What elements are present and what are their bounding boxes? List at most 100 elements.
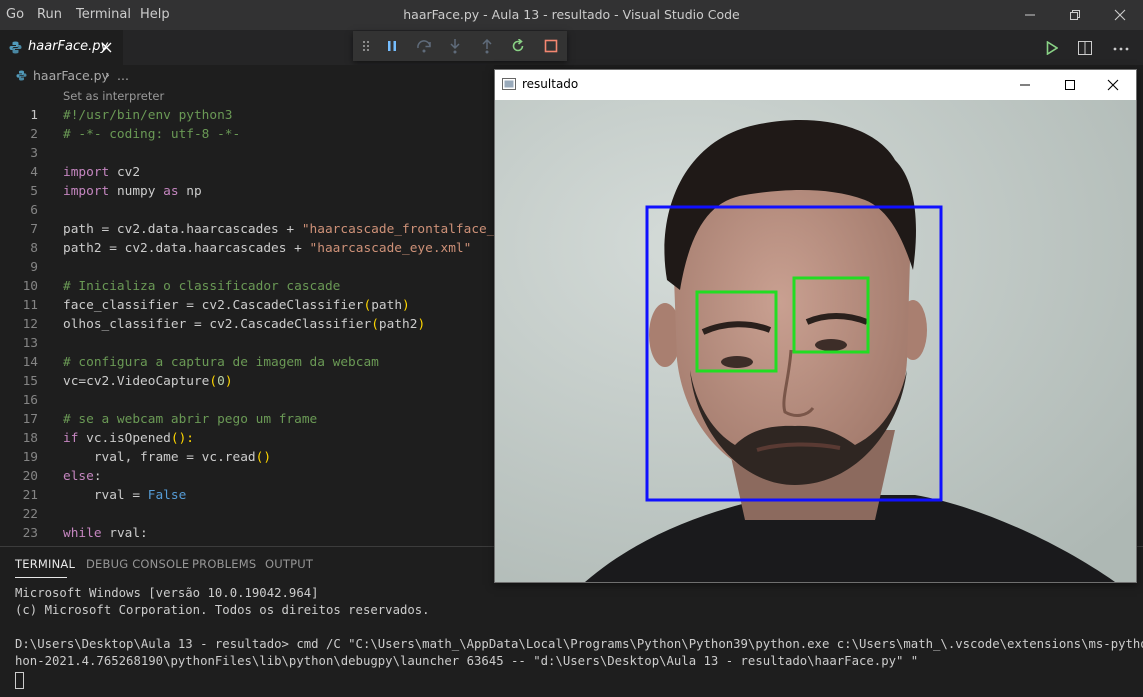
- code-text: vc=cv2.VideoCapture(0): [63, 374, 233, 389]
- code-line[interactable]: 17 # se a webcam abrir pego um frame: [0, 410, 494, 429]
- code-line[interactable]: 18 if vc.isOpened():: [0, 429, 494, 448]
- code-text: while rval:: [63, 526, 148, 541]
- line-number: 10: [22, 279, 38, 294]
- line-number: 9: [30, 260, 38, 275]
- tab-terminal[interactable]: TERMINAL: [15, 557, 75, 571]
- webcam-frame: [495, 100, 1136, 582]
- line-number: 18: [22, 431, 38, 446]
- code-text: face_classifier = cv2.CascadeClassifier(…: [63, 298, 410, 313]
- line-number: 4: [30, 165, 38, 180]
- terminal-line: (c) Microsoft Corporation. Todos os dire…: [15, 603, 430, 617]
- step-out-icon[interactable]: [481, 39, 493, 54]
- code-text: import numpy as np: [63, 184, 202, 199]
- line-number: 5: [30, 184, 38, 199]
- code-line[interactable]: 11 face_classifier = cv2.CascadeClassifie…: [0, 296, 494, 315]
- stop-icon[interactable]: [544, 39, 558, 53]
- line-number: 8: [30, 241, 38, 256]
- code-line[interactable]: 2 # -*- coding: utf-8 -*-: [0, 125, 494, 144]
- code-line[interactable]: 21 rval = False: [0, 486, 494, 505]
- line-number: 22: [22, 507, 38, 522]
- line-number: 1: [30, 108, 38, 123]
- minimize-button[interactable]: [1015, 4, 1045, 26]
- line-number: 21: [22, 488, 38, 503]
- tab-bar: haarFace.py: [0, 30, 1143, 65]
- code-line[interactable]: 16: [0, 391, 494, 410]
- code-text: rval, frame = vc.read(): [63, 450, 272, 465]
- code-line[interactable]: 1 #!/usr/bin/env python3: [0, 106, 494, 125]
- code-line[interactable]: 6: [0, 201, 494, 220]
- code-line[interactable]: 9: [0, 258, 494, 277]
- breadcrumb-separator-icon: ›: [105, 67, 110, 82]
- debug-toolbar: [353, 31, 567, 61]
- cv-close-button[interactable]: [1098, 74, 1128, 96]
- code-text: if vc.isOpened():: [63, 431, 194, 446]
- active-tab-indicator: [15, 577, 67, 578]
- line-number: 20: [22, 469, 38, 484]
- code-line[interactable]: 20 else:: [0, 467, 494, 486]
- code-text: #!/usr/bin/env python3: [63, 108, 233, 123]
- code-text: # se a webcam abrir pego um frame: [63, 412, 318, 427]
- close-tab-icon[interactable]: [101, 42, 112, 53]
- breadcrumb: haarFace.py › ...: [0, 65, 494, 87]
- opencv-window: resultado: [494, 69, 1137, 583]
- code-text: else:: [63, 469, 102, 484]
- code-line[interactable]: 23 while rval:: [0, 524, 494, 543]
- code-line[interactable]: 10 # Inicializa o classificador cascade: [0, 277, 494, 296]
- breadcrumb-file[interactable]: haarFace.py: [33, 68, 109, 83]
- step-into-icon[interactable]: [449, 39, 461, 54]
- code-text: path = cv2.data.haarcascades + "haarcasc…: [63, 222, 494, 237]
- maximize-icon: [1065, 80, 1075, 90]
- tab-debug-console[interactable]: DEBUG CONSOLE: [86, 557, 189, 571]
- code-line[interactable]: 22: [0, 505, 494, 524]
- terminal-line: D:\Users\Desktop\Aula 13 - resultado> cm…: [15, 637, 1143, 651]
- code-text: olhos_classifier = cv2.CascadeClassifier…: [63, 317, 426, 332]
- terminal-cursor[interactable]: [15, 672, 24, 689]
- breadcrumb-more[interactable]: ...: [117, 68, 129, 83]
- line-number: 7: [30, 222, 38, 237]
- pause-icon[interactable]: [386, 40, 398, 52]
- line-number: 14: [22, 355, 38, 370]
- restore-button[interactable]: [1060, 4, 1090, 26]
- tab-haarface[interactable]: haarFace.py: [0, 30, 123, 65]
- line-number: 15: [22, 374, 38, 389]
- codelens-set-interpreter[interactable]: Set as interpreter: [63, 89, 164, 103]
- cv-window-title: resultado: [522, 77, 579, 91]
- line-number: 13: [22, 336, 38, 351]
- close-icon: [1114, 9, 1126, 21]
- minimize-icon: [1025, 14, 1035, 16]
- code-editor[interactable]: 1 #!/usr/bin/env python3 2 # -*- coding: ut…: [0, 106, 494, 546]
- code-line[interactable]: 15 vc=cv2.VideoCapture(0): [0, 372, 494, 391]
- line-number: 3: [30, 146, 38, 161]
- cv-maximize-button[interactable]: [1055, 74, 1085, 96]
- code-text: path2 = cv2.data.haarcascades + "haarcas…: [63, 241, 472, 256]
- restore-icon: [1070, 10, 1080, 20]
- code-line[interactable]: 3: [0, 144, 494, 163]
- line-number: 11: [22, 298, 38, 313]
- terminal-line: hon-2021.4.765268190\pythonFiles\lib\pyt…: [15, 654, 919, 668]
- drag-handle-icon[interactable]: [362, 40, 370, 52]
- code-line[interactable]: 14 # configura a captura de imagem da web…: [0, 353, 494, 372]
- tab-output[interactable]: OUTPUT: [265, 557, 313, 571]
- webcam-image: [495, 100, 1136, 582]
- more-actions-icon[interactable]: [1113, 47, 1129, 51]
- tab-problems[interactable]: PROBLEMS: [192, 557, 256, 571]
- code-text: # Inicializa o classificador cascade: [63, 279, 341, 294]
- line-number: 23: [22, 526, 38, 541]
- terminal-line: Microsoft Windows [versão 10.0.19042.964…: [15, 586, 319, 600]
- code-line[interactable]: 7 path = cv2.data.haarcascades + "haarcas…: [0, 220, 494, 239]
- python-icon: [16, 70, 27, 81]
- close-window-button[interactable]: [1105, 4, 1135, 26]
- code-text: # configura a captura de imagem da webca…: [63, 355, 379, 370]
- code-line[interactable]: 12 olhos_classifier = cv2.CascadeClassifi…: [0, 315, 494, 334]
- step-over-icon[interactable]: [416, 39, 432, 53]
- code-line[interactable]: 8 path2 = cv2.data.haarcascades + "haarca…: [0, 239, 494, 258]
- code-line[interactable]: 19 rval, frame = vc.read(): [0, 448, 494, 467]
- code-line[interactable]: 13: [0, 334, 494, 353]
- line-number: 12: [22, 317, 38, 332]
- cv-minimize-button[interactable]: [1010, 74, 1040, 96]
- code-line[interactable]: 4 import cv2: [0, 163, 494, 182]
- run-icon[interactable]: [1046, 41, 1058, 55]
- code-line[interactable]: 5 import numpy as np: [0, 182, 494, 201]
- split-editor-icon[interactable]: [1078, 41, 1092, 55]
- restart-icon[interactable]: [511, 39, 525, 53]
